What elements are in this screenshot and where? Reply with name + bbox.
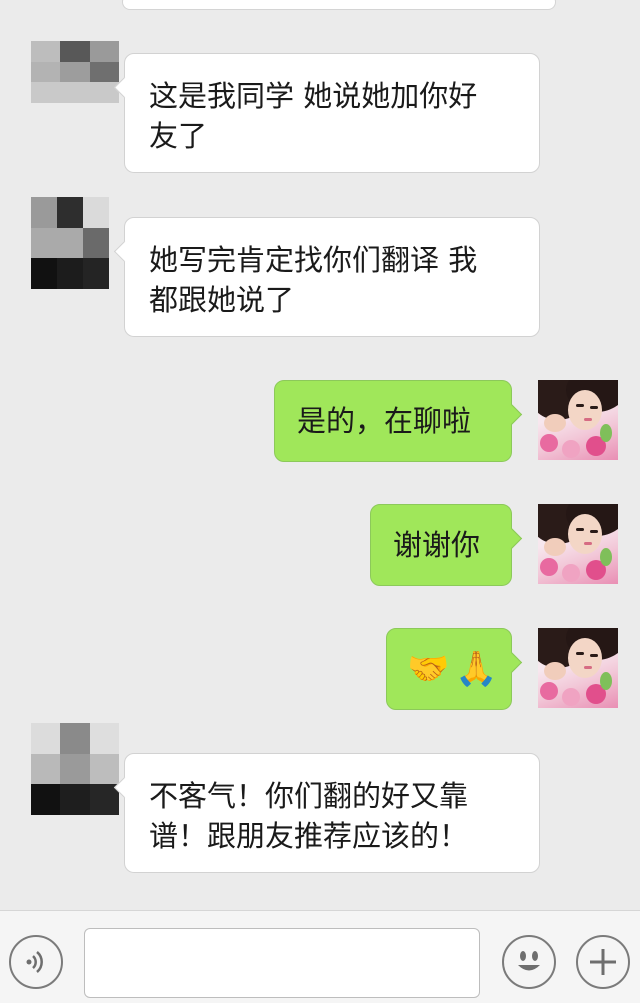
more-button[interactable] — [576, 935, 630, 989]
chat-input-bar — [0, 910, 640, 1003]
previous-message-bubble-edge — [122, 0, 556, 10]
smiley-icon — [518, 951, 540, 971]
contact-avatar-pixelated[interactable] — [31, 197, 109, 289]
message-emoji: 🤝 🙏 — [407, 649, 498, 689]
message-bubble-outgoing[interactable]: 是的，在聊啦 — [274, 380, 523, 462]
user-avatar[interactable] — [538, 380, 618, 460]
plus-icon — [590, 949, 616, 975]
chat-message-list[interactable]: 这是我同学 她说她加你好 友了 她写完肯定找你们翻译 我 都跟她说了 是的，在聊… — [0, 0, 640, 910]
message-text: 她写完肯定找你们翻译 我 都跟她说了 — [149, 243, 478, 317]
message-bubble-outgoing[interactable]: 谢谢你 — [370, 504, 523, 586]
message-text: 是的，在聊啦 — [297, 404, 472, 438]
message-input[interactable] — [84, 928, 480, 998]
contact-avatar-pixelated[interactable] — [31, 41, 119, 103]
user-avatar[interactable] — [538, 504, 618, 584]
voice-button[interactable] — [9, 935, 63, 989]
handshake-icon: 🤝 — [407, 649, 450, 689]
message-bubble-incoming[interactable]: 不客气！你们翻的好又靠 谱！跟朋友推荐应该的！ — [113, 753, 540, 873]
message-bubble-outgoing[interactable]: 🤝 🙏 — [386, 628, 523, 710]
contact-avatar-pixelated[interactable] — [31, 723, 119, 815]
voice-icon — [26, 951, 43, 973]
message-text: 这是我同学 她说她加你好 友了 — [149, 79, 478, 153]
message-bubble-incoming[interactable]: 她写完肯定找你们翻译 我 都跟她说了 — [113, 217, 540, 337]
message-text: 谢谢你 — [393, 528, 481, 562]
message-bubble-incoming[interactable]: 这是我同学 她说她加你好 友了 — [113, 53, 540, 173]
user-avatar[interactable] — [538, 628, 618, 708]
emoji-button[interactable] — [502, 935, 556, 989]
praying-hands-icon: 🙏 — [455, 649, 498, 689]
message-text: 不客气！你们翻的好又靠 谱！跟朋友推荐应该的！ — [149, 779, 469, 853]
